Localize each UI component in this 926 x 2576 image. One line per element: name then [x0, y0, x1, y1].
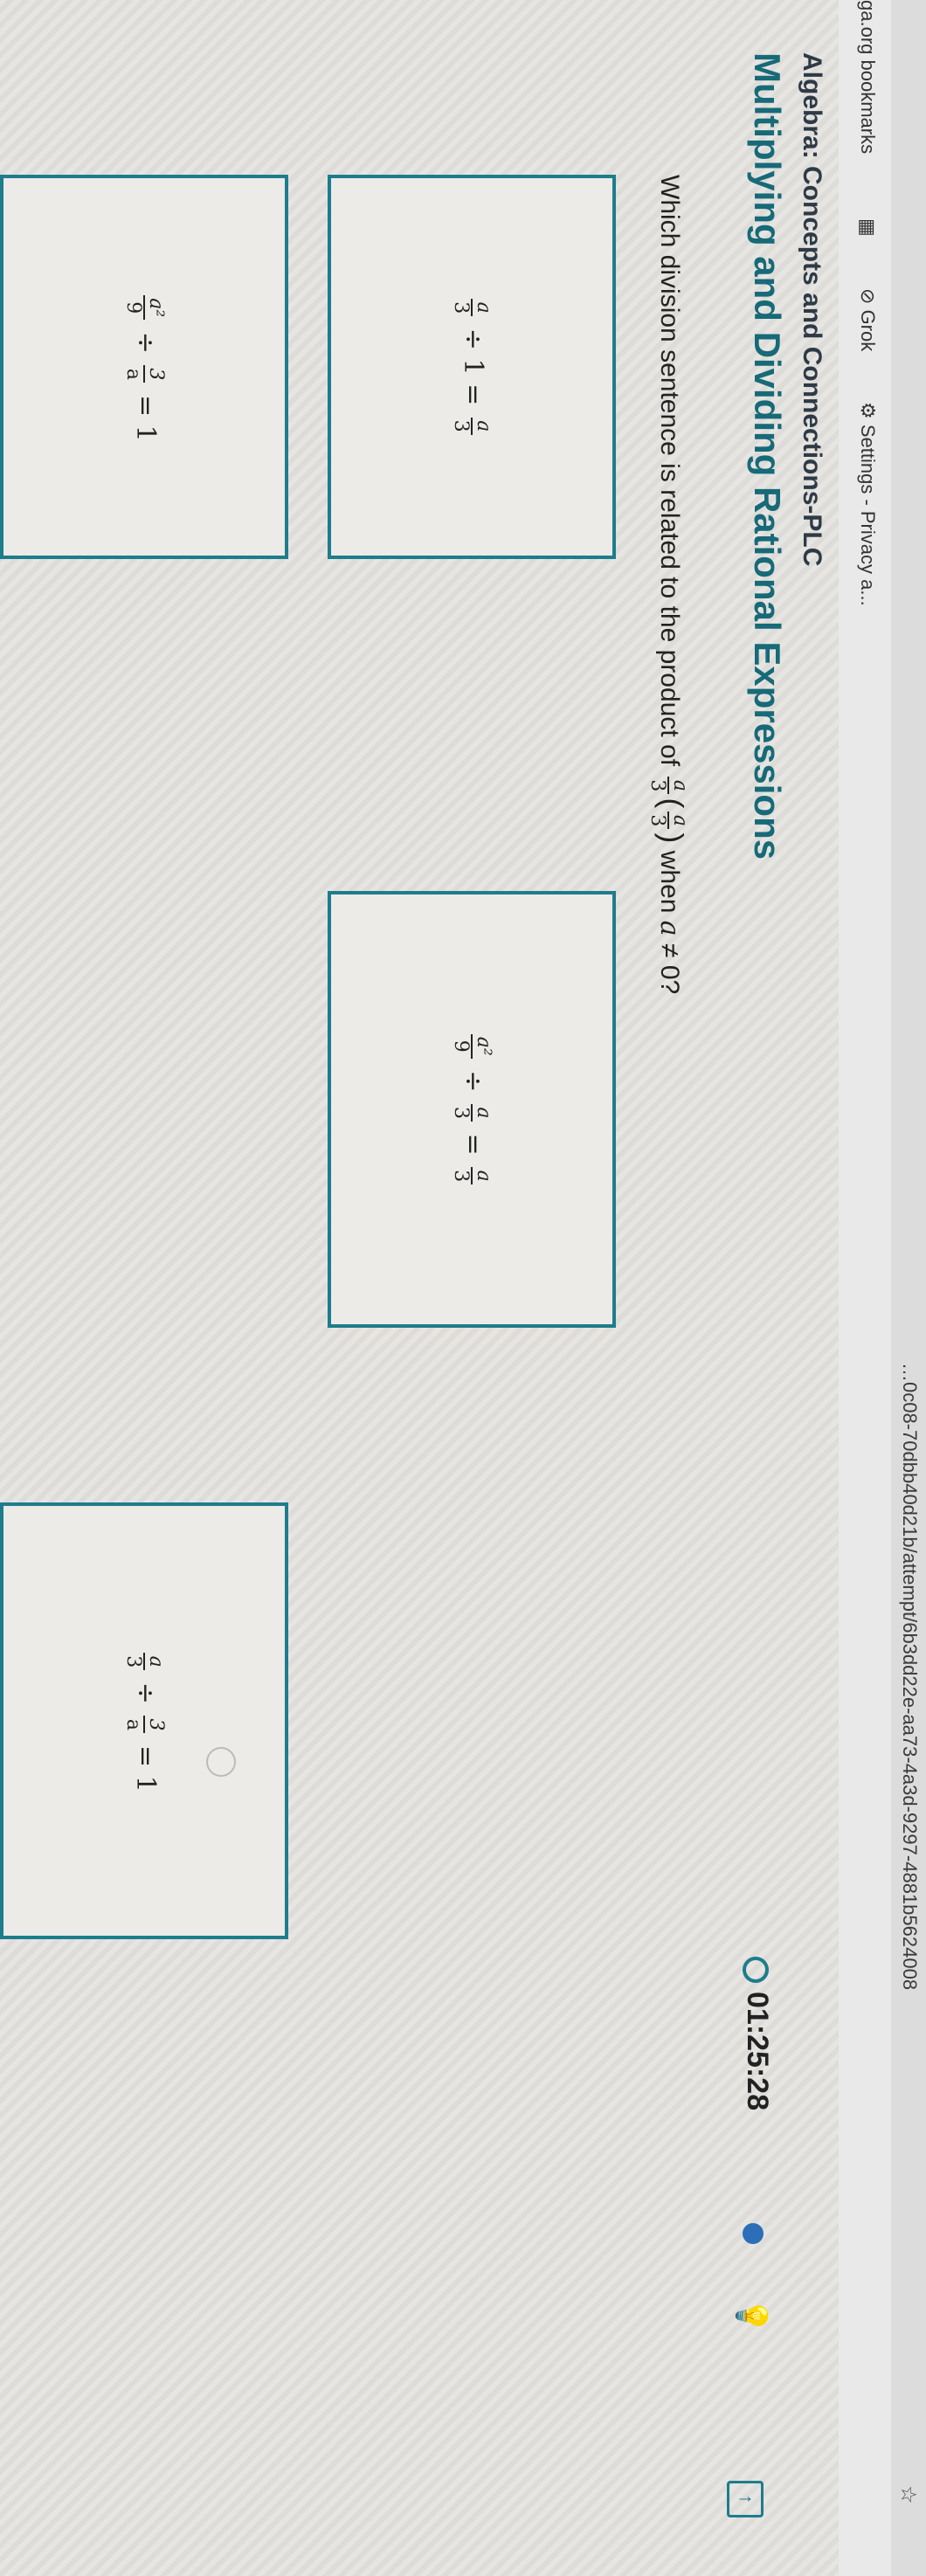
- frac-den-2: 3: [646, 814, 668, 827]
- question-var: a: [653, 920, 685, 936]
- opt3-op: ÷: [458, 1070, 488, 1093]
- opt1-eq: =: [458, 383, 488, 406]
- opt3-frac-e: a3: [450, 1167, 494, 1185]
- opt1-e: 3: [450, 419, 472, 432]
- opt1-c: 1: [458, 358, 488, 376]
- question-fraction-2: a3: [646, 811, 691, 830]
- opt2-op: ÷: [130, 331, 161, 354]
- lesson-page: Algebra: Concepts and Connections-PLC Mu…: [0, 0, 839, 2576]
- opt4-frac-c: 3a: [122, 1716, 167, 1734]
- answer-option-2[interactable]: a² 9 ÷ 3a = 1: [0, 175, 288, 559]
- lesson-title: Multiplying and Dividing Rational Expres…: [747, 52, 788, 860]
- opt2-r: 1: [130, 425, 161, 442]
- opt1-d: a: [471, 417, 494, 435]
- bookmark-grok-label: Grok: [857, 309, 879, 352]
- opt3-c: a: [471, 1103, 494, 1122]
- progress-dot: [743, 2223, 764, 2244]
- opt1-frac-d: a3: [450, 417, 494, 435]
- question-cond: ≠ 0?: [654, 943, 684, 995]
- answer-option-3[interactable]: a² 9 ÷ a3 = a3: [328, 891, 616, 1328]
- timer-value: 01:25:28: [741, 1992, 774, 2111]
- opt3-eq: =: [458, 1133, 488, 1156]
- opt3-f: 3: [450, 1170, 472, 1183]
- bookmark-star-icon[interactable]: ☆: [895, 2485, 921, 2504]
- answer-option-1[interactable]: a3 ÷ 1 = a3: [328, 175, 616, 559]
- opt2-c: 3: [143, 365, 167, 383]
- opt1-frac-a: a3: [450, 299, 494, 317]
- opt1-b: 3: [450, 301, 472, 314]
- bookmark-settings-label: Settings - Privacy a...: [857, 424, 879, 606]
- opt2-b: 9: [122, 301, 144, 314]
- opt4-frac-a: a3: [122, 1653, 167, 1671]
- frac-num-2: a: [667, 811, 691, 830]
- course-title: Algebra: Concepts and Connections-PLC: [798, 52, 826, 567]
- radio-button[interactable]: [206, 1747, 236, 1777]
- apps-icon[interactable]: ▦: [856, 218, 879, 237]
- bookmark-folder[interactable]: ga.org bookmarks: [856, 0, 879, 154]
- question-suffix: when: [654, 850, 684, 914]
- opt4-b: 3: [122, 1655, 144, 1668]
- opt2-frac-c: 3a: [122, 365, 167, 383]
- timer-icon: [742, 1957, 769, 1983]
- option-1-expression: a3 ÷ 1 = a3: [450, 295, 494, 439]
- url-text: …0c08-70dbb40d21b/attempt/6b3dd22e-aa73-…: [899, 1363, 921, 1991]
- timer: 01:25:28: [740, 1957, 774, 2110]
- upload-icon[interactable]: ↑: [727, 2481, 764, 2517]
- opt2-eq: =: [130, 394, 161, 418]
- opt4-eq: =: [130, 1745, 161, 1768]
- bookmark-settings[interactable]: ⚙ Settings - Privacy a...: [856, 402, 879, 606]
- opt4-r: 1: [130, 1775, 161, 1792]
- opt3-b: 9: [450, 1039, 472, 1053]
- opt1-a: a: [471, 299, 494, 317]
- option-3-expression: a² 9 ÷ a3 = a3: [450, 1031, 494, 1188]
- frac-den: 3: [646, 779, 668, 792]
- screen-rotated: …0c08-70dbb40d21b/attempt/6b3dd22e-aa73-…: [0, 0, 926, 2576]
- answer-option-4[interactable]: a3 ÷ 3a = 1: [0, 1502, 288, 1939]
- opt4-op: ÷: [130, 1682, 161, 1704]
- opt4-a: a: [143, 1653, 167, 1671]
- address-bar[interactable]: …0c08-70dbb40d21b/attempt/6b3dd22e-aa73-…: [891, 0, 926, 2576]
- option-2-expression: a² 9 ÷ 3a = 1: [122, 292, 167, 442]
- opt3-frac-c: a3: [450, 1103, 494, 1122]
- opt4-c: 3: [143, 1716, 167, 1734]
- opt3-frac-a: a² 9: [450, 1033, 494, 1059]
- opt2-a: a²: [143, 295, 167, 321]
- question-fraction: a3: [646, 777, 691, 795]
- opt1-op: ÷: [458, 328, 488, 350]
- question-text: Which division sentence is related to th…: [646, 175, 691, 995]
- opt3-d: 3: [450, 1106, 472, 1119]
- opt3-e: a: [471, 1167, 494, 1185]
- bookmarks-bar: ga.org bookmarks ▦ ⊘ Grok ⚙ Settings - P…: [838, 0, 891, 2576]
- opt2-frac-a: a² 9: [122, 295, 167, 321]
- bookmark-grok[interactable]: ⊘ Grok: [856, 288, 879, 351]
- hint-bulb-icon[interactable]: 💡: [734, 2297, 769, 2334]
- option-4-expression: a3 ÷ 3a = 1: [122, 1649, 167, 1792]
- opt4-d: a: [122, 1718, 144, 1731]
- frac-num: a: [667, 777, 691, 795]
- opt2-d: a: [122, 368, 144, 380]
- opt3-a: a²: [471, 1033, 494, 1059]
- question-prefix: Which division sentence is related to th…: [654, 175, 684, 767]
